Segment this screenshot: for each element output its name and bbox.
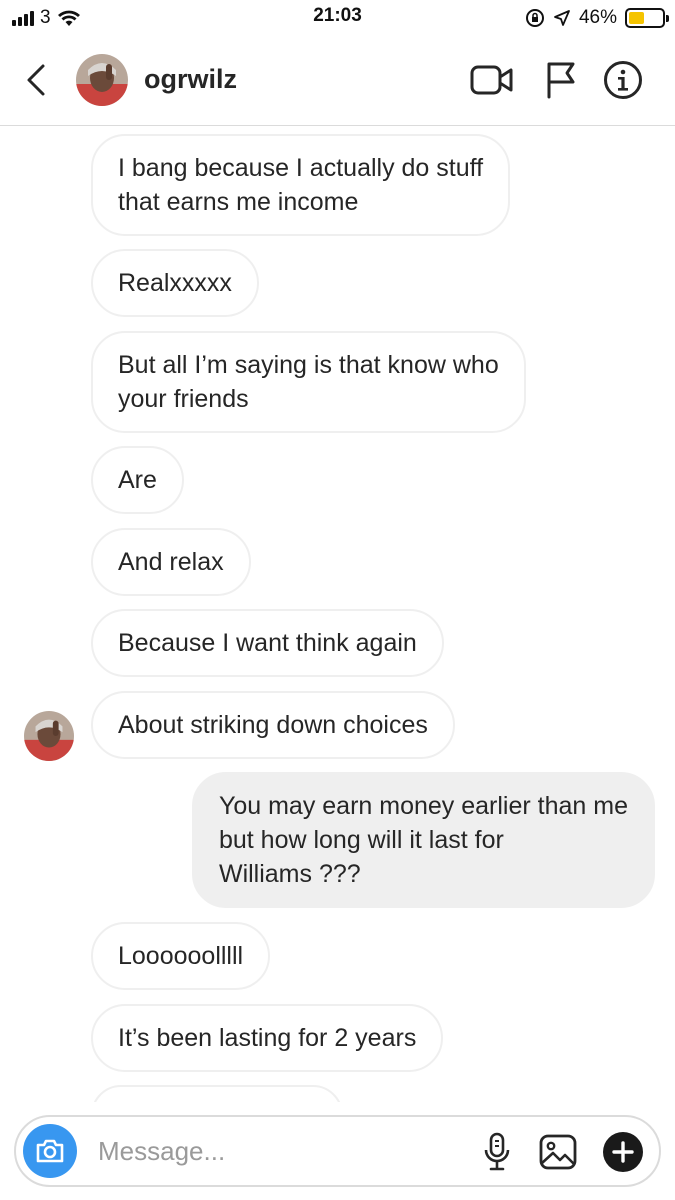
video-call-icon bbox=[470, 65, 513, 95]
camera-button[interactable] bbox=[23, 1124, 77, 1178]
message-bubble[interactable]: Because I want think again bbox=[91, 609, 444, 677]
info-icon bbox=[604, 61, 642, 99]
flag-icon bbox=[547, 62, 575, 99]
sender-avatar[interactable] bbox=[24, 711, 74, 761]
chat-header: ogrwilz bbox=[0, 36, 675, 126]
battery-fill bbox=[629, 12, 644, 24]
message-bubble[interactable]: And relax bbox=[91, 528, 251, 596]
message-bubble[interactable]: Loooooolllll bbox=[91, 922, 271, 990]
message-bubble[interactable]: I bang because I actually do stuff that … bbox=[91, 134, 511, 236]
back-chevron-icon bbox=[27, 64, 45, 96]
message-composer bbox=[14, 1115, 661, 1187]
partial-message-bubble[interactable] bbox=[91, 1085, 343, 1102]
message-bubble[interactable]: But all I’m saying is that know who your… bbox=[91, 331, 526, 433]
back-button[interactable] bbox=[18, 60, 54, 100]
message-bubble[interactable]: About striking down choices bbox=[91, 691, 455, 759]
location-icon bbox=[554, 10, 570, 26]
battery-percent: 46% bbox=[578, 7, 617, 28]
voice-message-button[interactable] bbox=[474, 1129, 520, 1175]
gallery-button[interactable] bbox=[535, 1129, 581, 1175]
camera-icon bbox=[36, 1139, 64, 1163]
status-bar: 3 21:03 46% bbox=[0, 0, 675, 36]
avatar[interactable] bbox=[76, 54, 128, 106]
video-call-button[interactable] bbox=[470, 58, 514, 102]
message-input[interactable] bbox=[98, 1129, 438, 1173]
message-bubble[interactable]: Realxxxxx bbox=[91, 249, 259, 317]
avatar-image bbox=[24, 711, 74, 761]
status-right: 46% bbox=[525, 6, 669, 30]
info-button[interactable] bbox=[601, 58, 645, 102]
message-bubble[interactable]: It’s been lasting for 2 years bbox=[91, 1004, 444, 1072]
chat-username[interactable]: ogrwilz bbox=[144, 64, 237, 95]
message-thread[interactable]: I bang because I actually do stuff that … bbox=[0, 127, 675, 1102]
plus-icon bbox=[603, 1132, 643, 1172]
sent-message-bubble[interactable]: You may earn money earlier than me but h… bbox=[191, 772, 655, 908]
gallery-icon bbox=[539, 1134, 577, 1170]
report-button[interactable] bbox=[538, 58, 582, 102]
more-options-button[interactable] bbox=[600, 1129, 646, 1175]
orientation-lock-icon bbox=[525, 9, 544, 27]
microphone-icon bbox=[484, 1132, 510, 1171]
message-bubble[interactable]: Are bbox=[91, 446, 184, 514]
battery-icon bbox=[625, 8, 669, 28]
avatar-image bbox=[76, 54, 128, 106]
